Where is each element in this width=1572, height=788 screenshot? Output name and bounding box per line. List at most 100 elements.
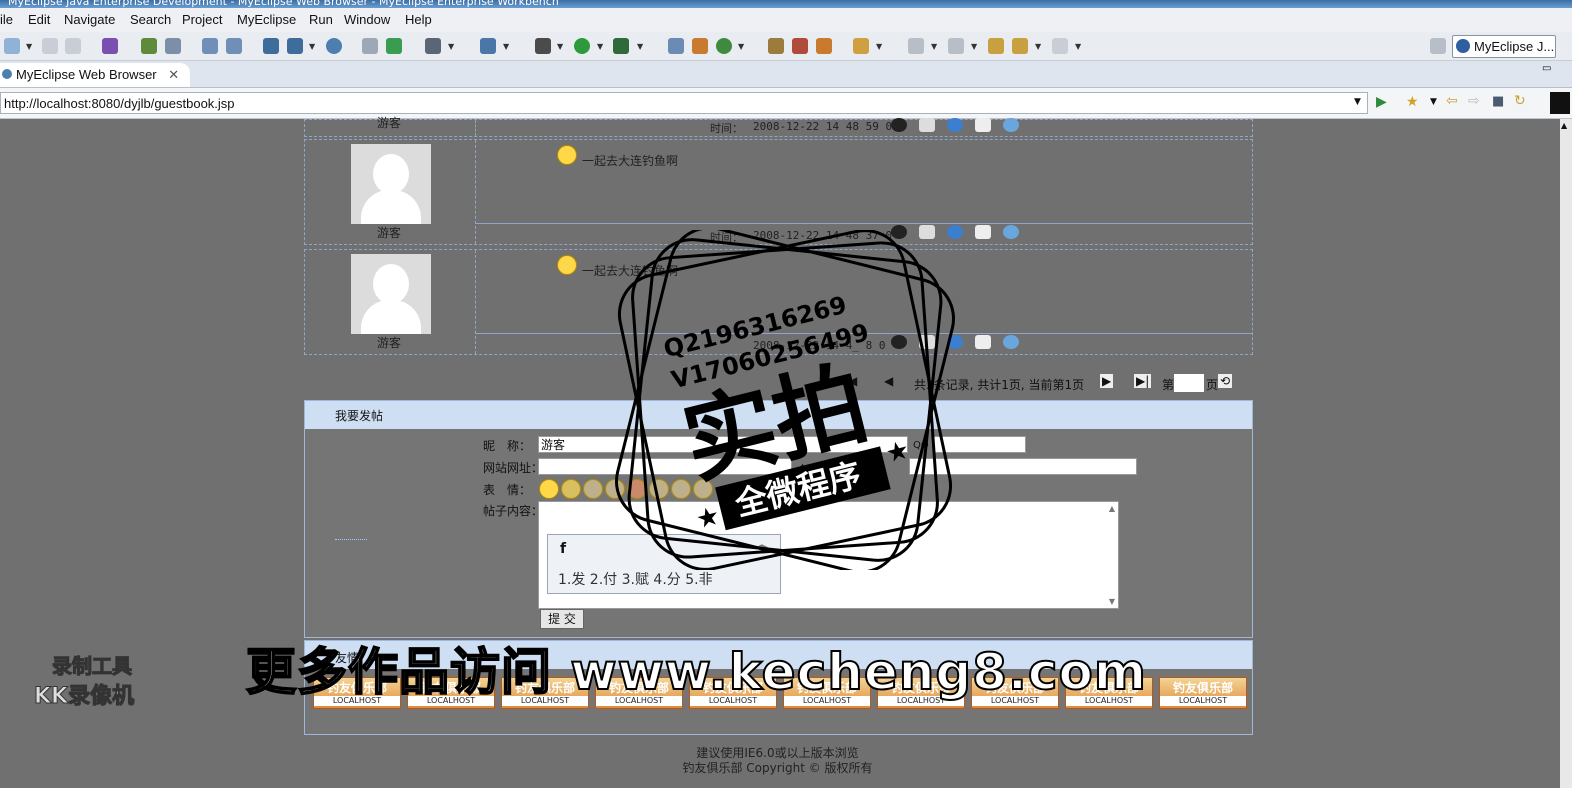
star-icon: ★	[883, 435, 913, 470]
mood-smiley-icon[interactable]	[539, 479, 559, 499]
badge-sub: LOCALHOST	[1160, 696, 1246, 706]
qq-icon[interactable]	[891, 118, 907, 132]
prev-annotation-icon[interactable]	[948, 38, 964, 54]
web-icon[interactable]	[1003, 335, 1019, 349]
myeclipse-icon	[1456, 39, 1470, 53]
package-icon[interactable]	[102, 38, 118, 54]
mood-sad-icon[interactable]	[561, 479, 581, 499]
chevron-down-icon[interactable]: ▼	[597, 42, 603, 51]
go-page-icon[interactable]: ⟲	[1218, 374, 1233, 388]
add-icon[interactable]	[386, 38, 402, 54]
hierarchy-icon[interactable]	[692, 38, 708, 54]
scroll-up-icon[interactable]: ▲	[1109, 504, 1115, 513]
url-input[interactable]: http://localhost:8080/dyjlb/guestbook.js…	[0, 92, 1368, 114]
go-icon[interactable]: ▶	[1376, 94, 1387, 110]
menu-search[interactable]: Search	[130, 12, 171, 27]
tab-web-browser[interactable]: MyEclipse Web Browser ✕	[0, 63, 190, 87]
link-badge[interactable]: 钓友俱乐部 LOCALHOST	[1159, 677, 1247, 709]
pin-icon[interactable]	[792, 38, 808, 54]
external-tools-icon[interactable]	[613, 38, 629, 54]
menu-navigate[interactable]: Navigate	[64, 12, 115, 27]
content-label: 帖子内容：	[483, 504, 544, 518]
home-icon[interactable]	[975, 118, 991, 132]
scroll-down-icon[interactable]: ▼	[1109, 597, 1115, 606]
chevron-down-icon[interactable]: ▼	[1430, 97, 1437, 107]
last-edit-icon[interactable]	[988, 38, 1004, 54]
menu-help[interactable]: Help	[405, 12, 432, 27]
web-icon[interactable]	[1003, 118, 1019, 132]
chevron-down-icon[interactable]: ▼	[738, 42, 744, 51]
avatar	[351, 254, 431, 334]
chevron-down-icon[interactable]: ▼	[557, 42, 563, 51]
chevron-down-icon[interactable]: ▼	[309, 42, 315, 51]
post-form-title: 我要发帖	[335, 409, 384, 423]
minimize-icon[interactable]: ▭	[1542, 63, 1551, 74]
wizard-icon[interactable]	[202, 38, 218, 54]
forward-icon[interactable]	[1052, 38, 1068, 54]
run-icon[interactable]	[574, 38, 590, 54]
menu-edit[interactable]: Edit	[28, 12, 50, 27]
wizard2-icon[interactable]	[226, 38, 242, 54]
new-icon[interactable]	[4, 38, 20, 54]
next-annotation-icon[interactable]	[908, 38, 924, 54]
page-scrollbar[interactable]: ▲	[1560, 119, 1572, 788]
stop-icon[interactable]: ■	[1492, 94, 1504, 109]
globe-icon	[2, 69, 12, 79]
refresh-icon[interactable]: ↻	[1514, 93, 1526, 109]
submit-button[interactable]: 提 交	[540, 609, 584, 629]
chevron-down-icon[interactable]: ▼	[971, 42, 977, 51]
web-icon[interactable]	[1003, 225, 1019, 239]
debug-icon[interactable]	[535, 38, 551, 54]
new-project-icon[interactable]	[480, 38, 496, 54]
chevron-down-icon[interactable]: ▼	[876, 42, 882, 51]
menu-run[interactable]: Run	[309, 12, 333, 27]
back-icon[interactable]: ⇦	[1446, 93, 1458, 109]
back-icon[interactable]	[1012, 38, 1028, 54]
folder-icon[interactable]	[853, 38, 869, 54]
ime-candidates[interactable]: 1.发 2.付 3.赋 4.分 5.非	[558, 569, 713, 589]
print-icon[interactable]	[65, 38, 81, 54]
last-page-icon[interactable]: ▶|	[1134, 374, 1152, 388]
scroll-up-icon[interactable]: ▲	[1561, 121, 1567, 130]
open-perspective-icon[interactable]	[1430, 38, 1446, 54]
server-icon[interactable]	[165, 38, 181, 54]
next-page-icon[interactable]: ▶	[1100, 374, 1114, 388]
page-number-input[interactable]	[1174, 374, 1204, 392]
forward-icon[interactable]: ⇨	[1468, 93, 1480, 109]
page-footer: 建议使用IE6.0或以上版本浏览 钓友俱乐部 Copyright © 版权所有	[304, 746, 1251, 776]
chevron-down-icon[interactable]: ▼	[503, 42, 509, 51]
menu-myeclipse[interactable]: MyEclipse	[237, 12, 296, 27]
browser-menu-button[interactable]	[1550, 92, 1570, 114]
open-folder-icon[interactable]	[768, 38, 784, 54]
home-icon[interactable]	[975, 335, 991, 349]
chevron-down-icon[interactable]: ▼	[448, 42, 454, 51]
perspective-switcher[interactable]: MyEclipse J...	[1452, 35, 1556, 58]
deploy-icon[interactable]	[141, 38, 157, 54]
menu-project[interactable]: Project	[182, 12, 222, 27]
web-icon[interactable]	[287, 38, 303, 54]
console-icon[interactable]	[425, 38, 441, 54]
globe-icon[interactable]	[326, 38, 342, 54]
ejb-icon[interactable]	[263, 38, 279, 54]
open-type-icon[interactable]	[362, 38, 378, 54]
chevron-down-icon[interactable]: ▼	[1354, 97, 1361, 107]
save-icon[interactable]	[42, 38, 58, 54]
chevron-down-icon[interactable]: ▼	[1075, 42, 1081, 51]
chevron-down-icon[interactable]: ▼	[931, 42, 937, 51]
chevron-down-icon[interactable]: ▼	[1035, 42, 1041, 51]
email-icon[interactable]	[919, 118, 935, 132]
refresh-icon[interactable]	[716, 38, 732, 54]
menu-file[interactable]: ile	[0, 12, 13, 27]
post-time: 2008-12-22 14 48 59 0	[753, 120, 893, 133]
task-icon[interactable]	[816, 38, 832, 54]
recorder-logo: 录制工具 KK录像机	[30, 650, 180, 710]
menu-window[interactable]: Window	[344, 12, 390, 27]
window-titlebar: MyEclipse Java Enterprise Development - …	[0, 0, 1572, 8]
open-file-icon[interactable]	[668, 38, 684, 54]
close-icon[interactable]: ✕	[168, 67, 179, 82]
favorites-icon[interactable]: ★	[1406, 94, 1419, 110]
home-icon[interactable]	[975, 225, 991, 239]
chevron-down-icon[interactable]: ▼	[26, 42, 32, 51]
ie-icon[interactable]	[947, 118, 963, 132]
chevron-down-icon[interactable]: ▼	[637, 42, 643, 51]
